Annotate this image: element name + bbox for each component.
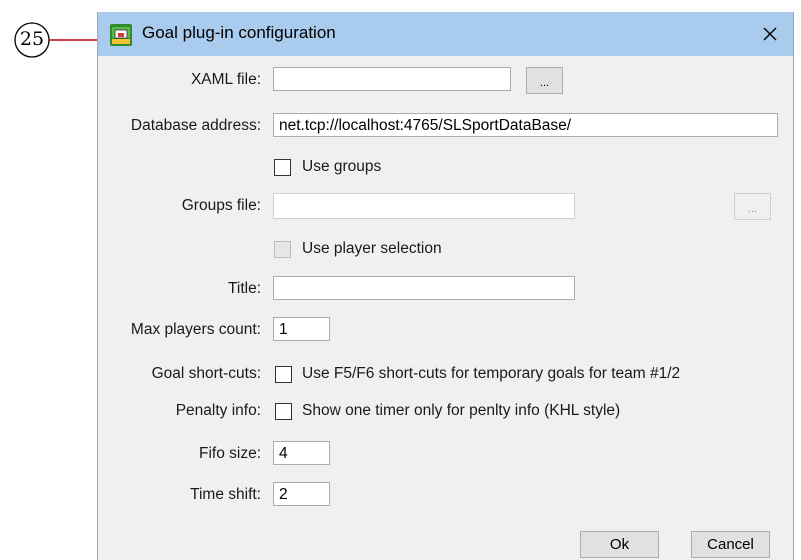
- use-groups-checkbox[interactable]: [274, 159, 291, 176]
- goal-shortcuts-checkbox[interactable]: [275, 366, 292, 383]
- cancel-button[interactable]: Cancel: [691, 531, 770, 558]
- callout-number: 25: [19, 28, 45, 50]
- penalty-info-checkbox[interactable]: [275, 403, 292, 420]
- groups-file-label: Groups file:: [181, 197, 261, 214]
- close-button[interactable]: [747, 12, 793, 56]
- use-player-selection-checkbox[interactable]: [274, 241, 291, 258]
- max-players-input[interactable]: 1: [273, 317, 330, 341]
- groups-browse-button[interactable]: ...: [734, 193, 771, 220]
- title-input[interactable]: [273, 276, 575, 300]
- use-groups-label: Use groups: [302, 158, 382, 175]
- title-bar[interactable]: Goal plug-in configuration: [98, 12, 793, 56]
- time-shift-input[interactable]: 2: [273, 482, 330, 506]
- fifo-size-input[interactable]: 4: [273, 441, 330, 465]
- fifo-size-label: Fifo size:: [198, 445, 261, 462]
- xaml-file-input[interactable]: [273, 67, 511, 91]
- window-title: Goal plug-in configuration: [142, 23, 336, 42]
- goal-shortcuts-label: Goal short-cuts:: [151, 365, 261, 382]
- use-player-selection-label: Use player selection: [302, 240, 442, 257]
- database-address-label: Database address:: [130, 117, 261, 134]
- penalty-info-label: Penalty info:: [175, 402, 261, 419]
- time-shift-label: Time shift:: [190, 486, 261, 503]
- close-icon: [763, 27, 777, 41]
- config-dialog: Goal plug-in configuration XAML file: ..…: [97, 12, 794, 560]
- xaml-browse-button[interactable]: ...: [526, 67, 563, 94]
- groups-file-input[interactable]: [273, 193, 575, 219]
- ok-button[interactable]: Ok: [580, 531, 659, 558]
- max-players-label: Max players count:: [130, 321, 261, 338]
- penalty-info-option: Show one timer only for penlty info (KHL…: [302, 402, 621, 419]
- database-address-input[interactable]: net.tcp://localhost:4765/SLSportDataBase…: [273, 113, 778, 137]
- title-label: Title:: [227, 280, 261, 297]
- xaml-file-label: XAML file:: [190, 71, 261, 88]
- goal-plugin-icon: [110, 24, 132, 46]
- goal-shortcuts-option: Use F5/F6 short-cuts for temporary goals…: [302, 365, 681, 382]
